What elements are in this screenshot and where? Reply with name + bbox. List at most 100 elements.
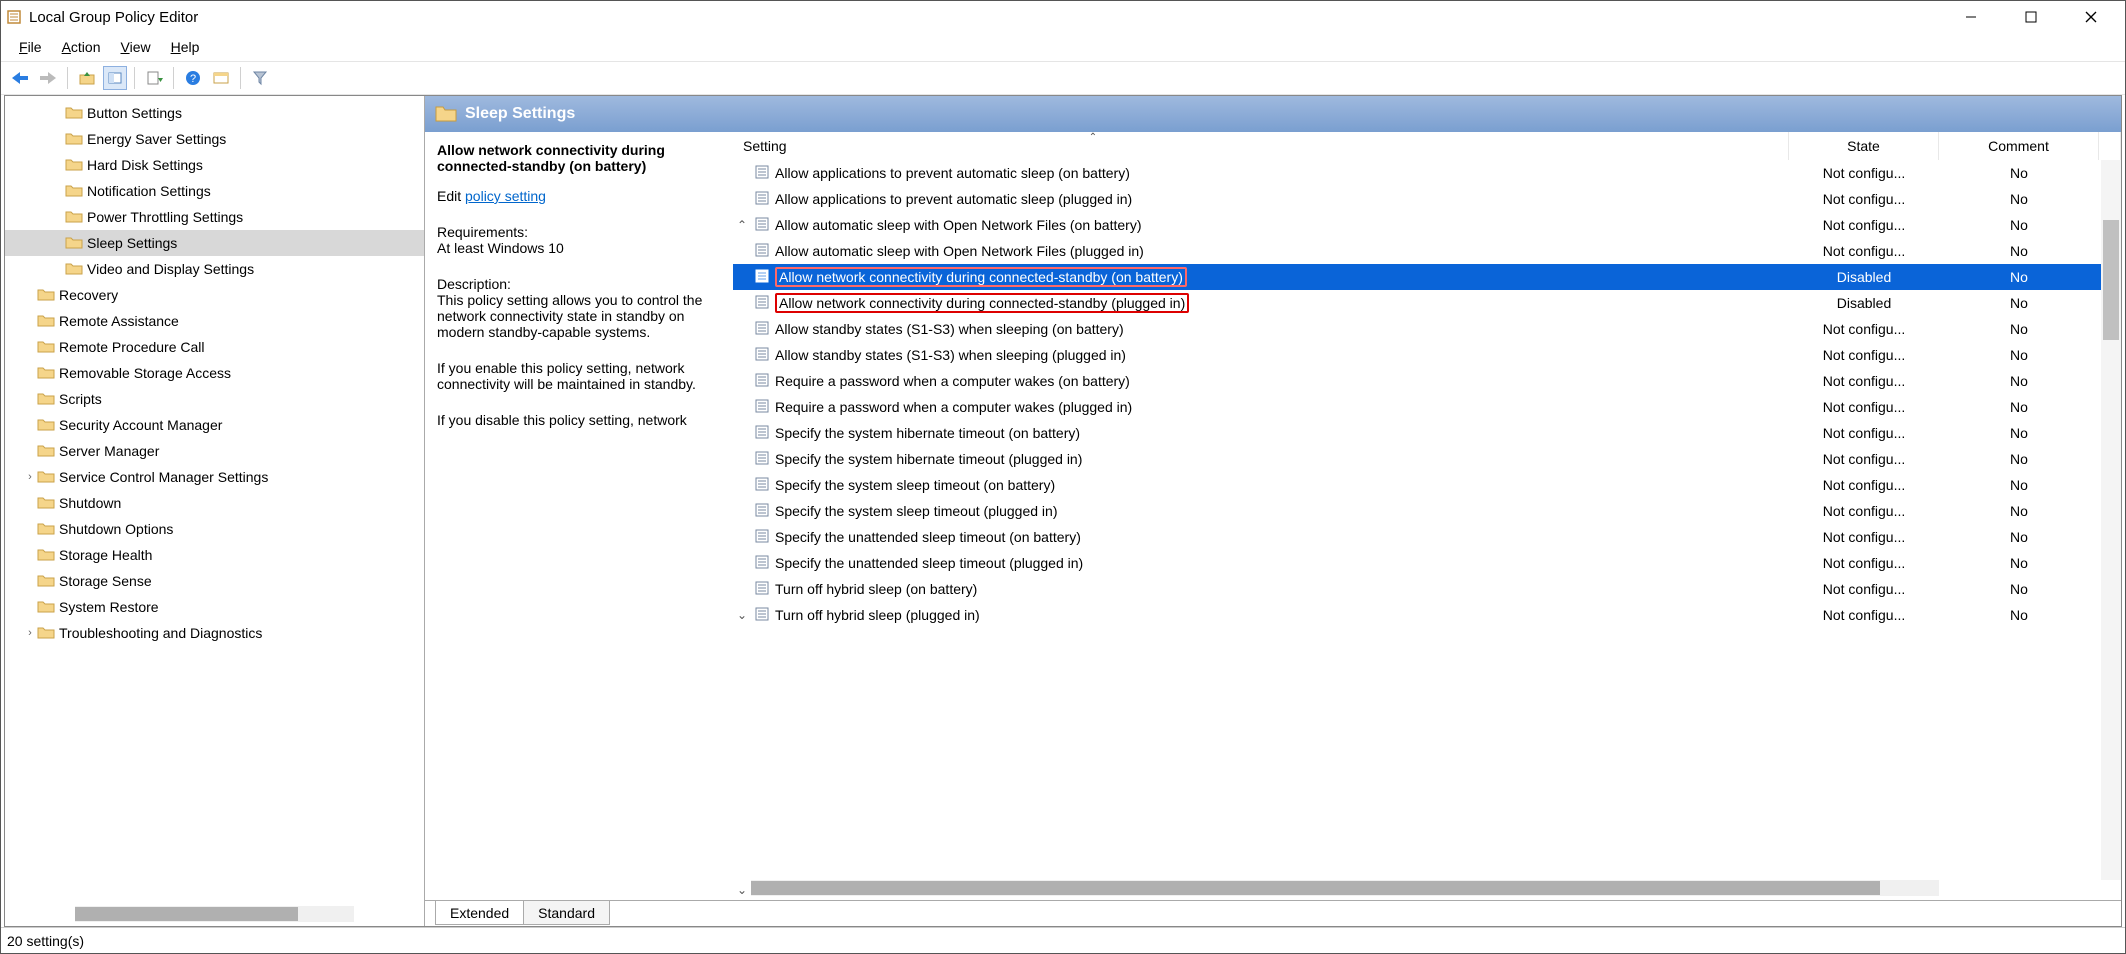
menu-help[interactable]: Help (163, 37, 208, 57)
setting-row[interactable]: Specify the system hibernate timeout (pl… (733, 446, 2121, 472)
setting-row[interactable]: Allow applications to prevent automatic … (733, 186, 2121, 212)
cell-state: Not configu... (1789, 165, 1939, 181)
help-button[interactable]: ? (181, 66, 205, 90)
policy-icon (755, 269, 771, 285)
column-header-setting[interactable]: Setting ⌃ (733, 132, 1789, 160)
maximize-button[interactable] (2001, 1, 2061, 33)
tree-item[interactable]: Storage Sense (5, 568, 424, 594)
tab-standard[interactable]: Standard (523, 901, 610, 925)
setting-name: Specify the system sleep timeout (plugge… (775, 503, 1057, 519)
tree-item[interactable]: Shutdown Options (5, 516, 424, 542)
setting-row[interactable]: Specify the unattended sleep timeout (on… (733, 524, 2121, 550)
tree-item[interactable]: Security Account Manager (5, 412, 424, 438)
setting-row[interactable]: ⌄Turn off hybrid sleep (plugged in)Not c… (733, 602, 2121, 628)
tree-item[interactable]: Notification Settings (5, 178, 424, 204)
minimize-button[interactable] (1941, 1, 2001, 33)
tree-item[interactable]: Energy Saver Settings (5, 126, 424, 152)
cell-setting: Specify the system hibernate timeout (pl… (751, 451, 1789, 467)
export-button[interactable] (142, 66, 166, 90)
list-vertical-scrollbar[interactable] (2101, 160, 2121, 880)
setting-row[interactable]: ⌃ Allow automatic sleep with Open Network… (733, 212, 2121, 238)
cell-setting: Turn off hybrid sleep (plugged in) (751, 607, 1789, 623)
nav-forward-button[interactable] (36, 66, 60, 90)
setting-row[interactable]: Specify the unattended sleep timeout (pl… (733, 550, 2121, 576)
expander-icon[interactable]: › (23, 627, 37, 639)
toolbar-separator (134, 67, 135, 89)
tree-item-label: Scripts (59, 391, 102, 407)
setting-name: Specify the unattended sleep timeout (on… (775, 529, 1081, 545)
setting-name: Specify the system hibernate timeout (pl… (775, 451, 1082, 467)
setting-name: Allow automatic sleep with Open Network … (775, 217, 1141, 233)
up-folder-button[interactable] (75, 66, 99, 90)
tree-item[interactable]: Button Settings (5, 100, 424, 126)
list-rows[interactable]: Allow applications to prevent automatic … (733, 160, 2121, 880)
tree-item[interactable]: Video and Display Settings (5, 256, 424, 282)
setting-row[interactable]: Allow standby states (S1-S3) when sleepi… (733, 342, 2121, 368)
tree-item[interactable]: Power Throttling Settings (5, 204, 424, 230)
filter-button[interactable] (248, 66, 272, 90)
expander-icon[interactable]: › (23, 471, 37, 483)
tree-view[interactable]: Button SettingsEnergy Saver SettingsHard… (5, 96, 424, 906)
folder-icon (37, 365, 55, 381)
tree-item[interactable]: Shutdown (5, 490, 424, 516)
tree-item[interactable]: Scripts (5, 386, 424, 412)
cell-setting: Allow applications to prevent automatic … (751, 191, 1789, 207)
cell-comment: No (1939, 425, 2099, 441)
folder-icon (37, 599, 55, 615)
scroll-up-icon[interactable]: ⌃ (733, 218, 751, 232)
tree-item[interactable]: Remote Assistance (5, 308, 424, 334)
tree-item[interactable]: Server Manager (5, 438, 424, 464)
column-header-setting-label: Setting (743, 138, 787, 154)
toolbar-separator (173, 67, 174, 89)
tree-item[interactable]: Sleep Settings (5, 230, 424, 256)
setting-row[interactable]: Allow applications to prevent automatic … (733, 160, 2121, 186)
column-header-comment[interactable]: Comment (1939, 132, 2099, 160)
policy-icon (755, 217, 771, 233)
policy-icon (755, 191, 771, 207)
cell-comment: No (1939, 165, 2099, 181)
edit-policy-link[interactable]: policy setting (465, 188, 546, 204)
menu-view[interactable]: View (113, 37, 159, 57)
close-button[interactable] (2061, 1, 2121, 33)
tree-horizontal-scrollbar[interactable] (5, 906, 424, 926)
nav-back-button[interactable] (8, 66, 32, 90)
options-button[interactable] (103, 66, 127, 90)
column-header-spacer (2099, 132, 2121, 160)
tree-item[interactable]: Remote Procedure Call (5, 334, 424, 360)
tree-item[interactable]: ›Troubleshooting and Diagnostics (5, 620, 424, 646)
cell-state: Not configu... (1789, 581, 1939, 597)
setting-row[interactable]: Require a password when a computer wakes… (733, 394, 2121, 420)
scroll-down-icon[interactable]: ⌄ (733, 608, 751, 622)
setting-row[interactable]: Allow network connectivity during connec… (733, 290, 2121, 316)
column-header-state[interactable]: State (1789, 132, 1939, 160)
tree-item[interactable]: Storage Health (5, 542, 424, 568)
policy-icon (755, 555, 771, 571)
setting-row[interactable]: Specify the system sleep timeout (plugge… (733, 498, 2121, 524)
setting-row[interactable]: Allow standby states (S1-S3) when sleepi… (733, 316, 2121, 342)
setting-row[interactable]: Require a password when a computer wakes… (733, 368, 2121, 394)
menu-file[interactable]: File (11, 37, 50, 57)
svg-text:?: ? (190, 73, 196, 85)
status-bar: 20 setting(s) (1, 927, 2125, 953)
setting-row[interactable]: Turn off hybrid sleep (on battery)Not co… (733, 576, 2121, 602)
tree-item[interactable]: Removable Storage Access (5, 360, 424, 386)
cell-setting: Allow network connectivity during connec… (751, 293, 1789, 313)
policy-icon (755, 243, 771, 259)
setting-row[interactable]: Allow automatic sleep with Open Network … (733, 238, 2121, 264)
tree-item[interactable]: Hard Disk Settings (5, 152, 424, 178)
tab-extended[interactable]: Extended (435, 901, 524, 925)
list-horizontal-scroll[interactable]: ⌄ (733, 880, 2121, 900)
menu-action[interactable]: Action (54, 37, 109, 57)
folder-icon (65, 261, 83, 277)
tree-item[interactable]: Recovery (5, 282, 424, 308)
setting-row[interactable]: Allow network connectivity during connec… (733, 264, 2121, 290)
tree-item-label: Removable Storage Access (59, 365, 231, 381)
setting-row[interactable]: Specify the system hibernate timeout (on… (733, 420, 2121, 446)
tree-item[interactable]: System Restore (5, 594, 424, 620)
setting-name: Turn off hybrid sleep (plugged in) (775, 607, 980, 623)
properties-button[interactable] (209, 66, 233, 90)
status-text: 20 setting(s) (7, 933, 84, 949)
tree-item[interactable]: ›Service Control Manager Settings (5, 464, 424, 490)
setting-row[interactable]: Specify the system sleep timeout (on bat… (733, 472, 2121, 498)
scroll-down-icon[interactable]: ⌄ (733, 880, 751, 900)
